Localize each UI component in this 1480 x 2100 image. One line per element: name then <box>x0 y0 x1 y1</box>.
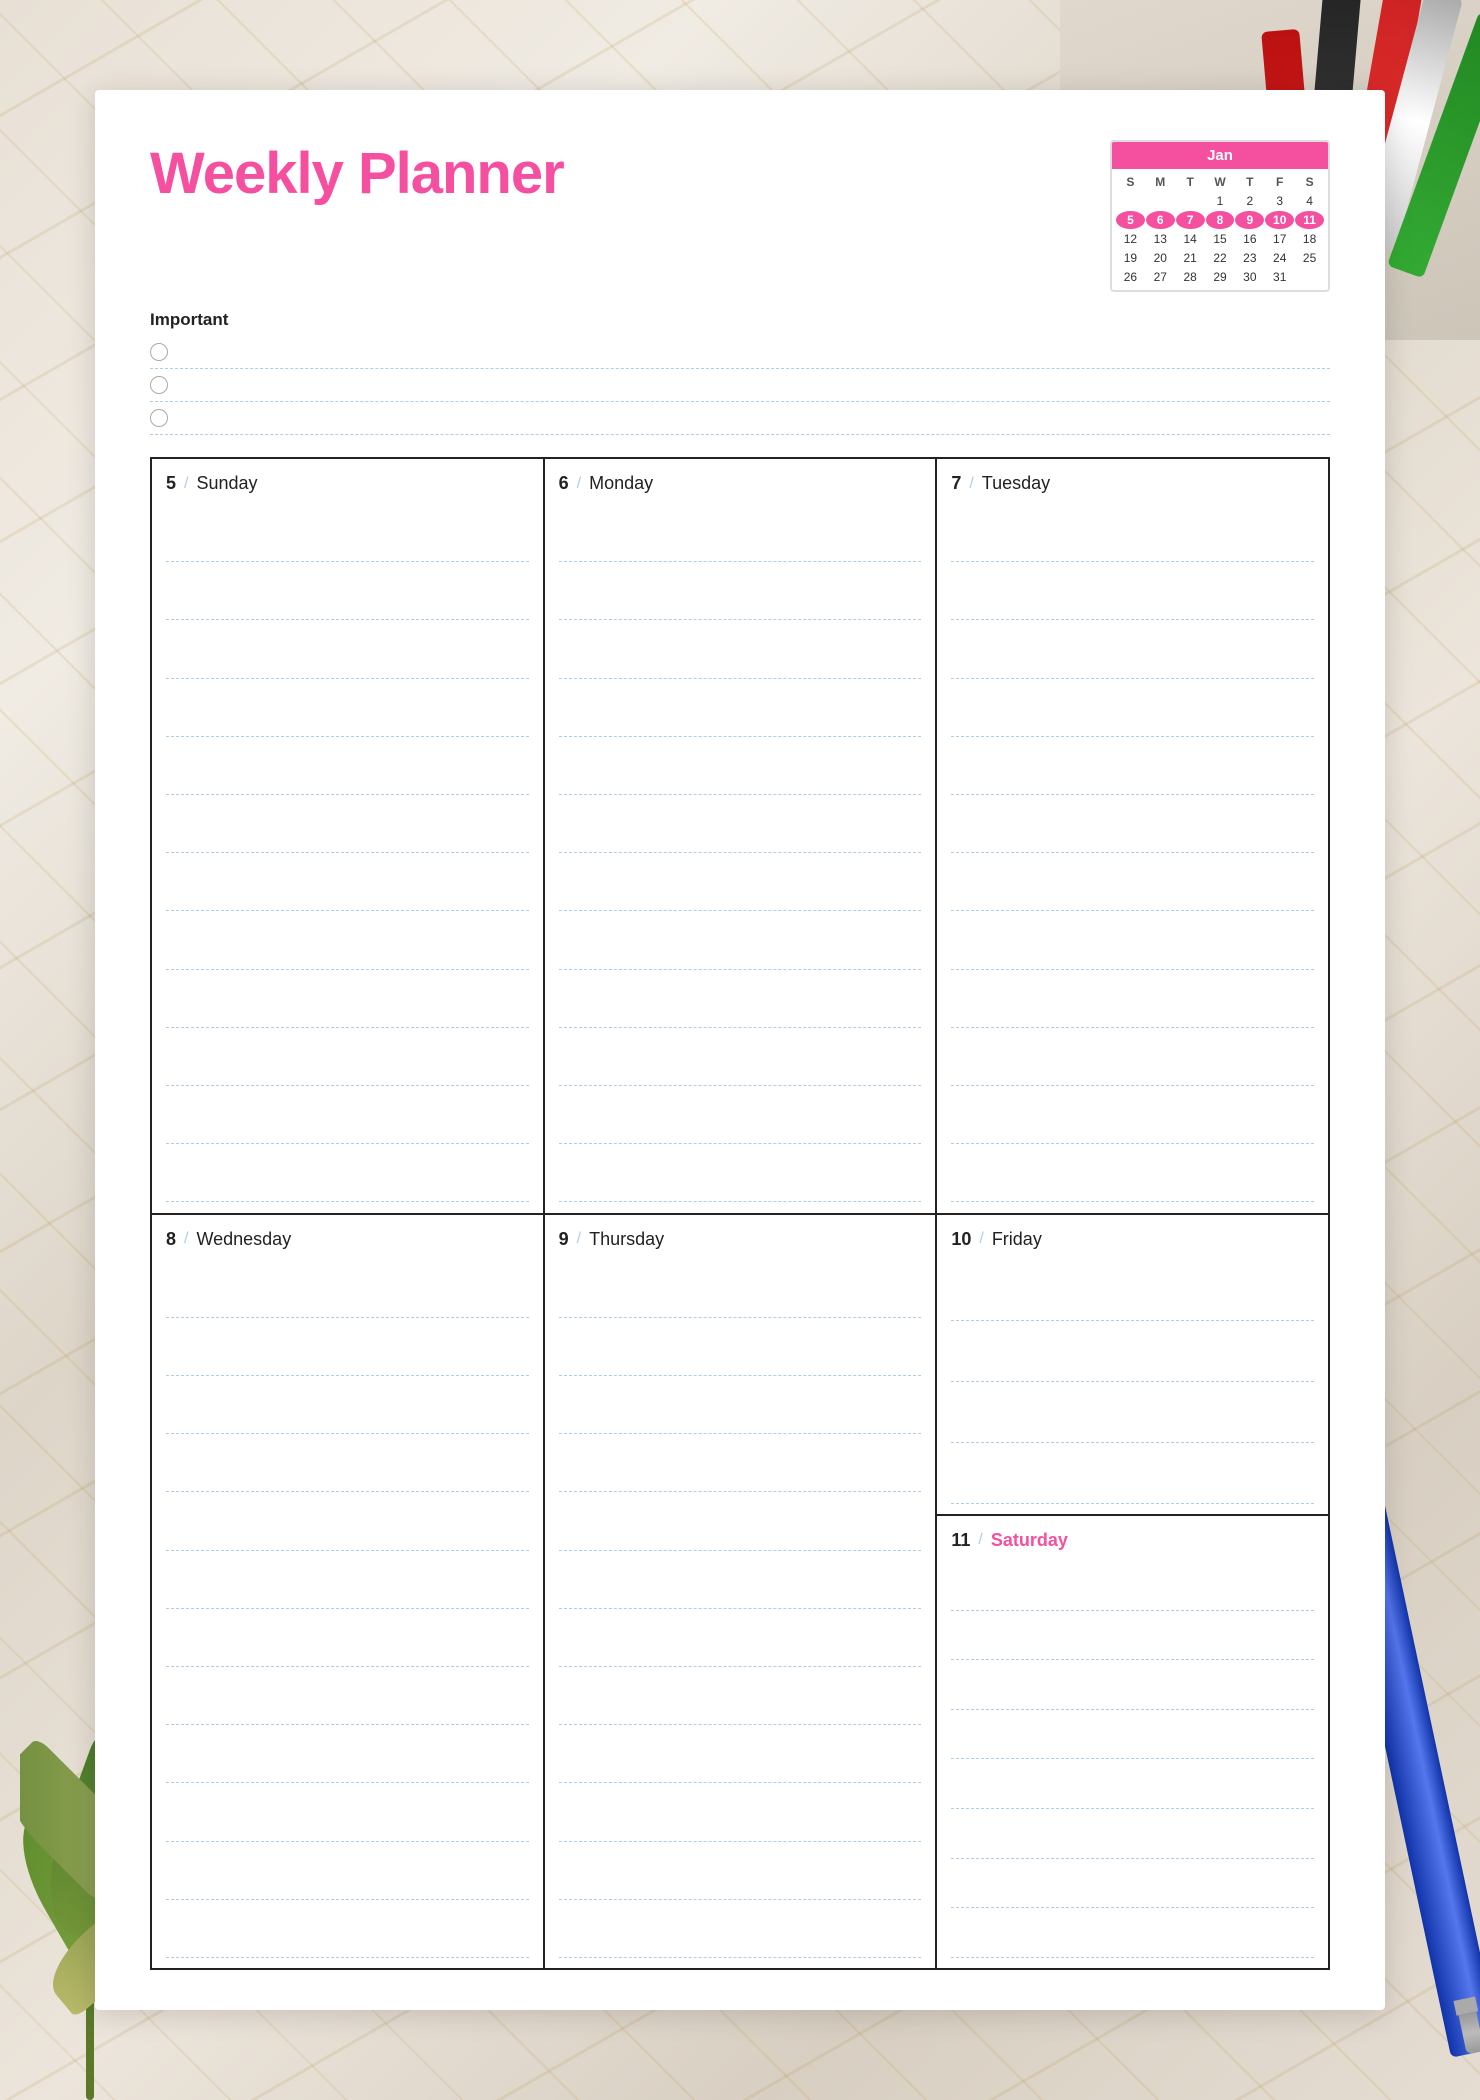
planner-title: Weekly Planner <box>150 140 564 207</box>
day-lines-sunday <box>166 504 529 1203</box>
days-grid: 5 / Sunday 6 / <box>150 457 1330 1970</box>
day-name-monday: Monday <box>589 473 653 494</box>
mini-calendar: Jan S M T W T F S 1 2 3 4 5 <box>1110 140 1330 292</box>
checkbox-2[interactable] <box>150 376 168 394</box>
checkbox-1[interactable] <box>150 343 168 361</box>
day-name-saturday: Saturday <box>991 1530 1068 1551</box>
day-number-saturday: 11 <box>951 1530 970 1551</box>
checkbox-3[interactable] <box>150 409 168 427</box>
day-col-s1: S <box>1116 173 1145 191</box>
day-header-thursday: 9 / Thursday <box>559 1229 922 1250</box>
day-lines-tuesday <box>951 504 1314 1203</box>
day-number-sunday: 5 <box>166 473 176 494</box>
day-slash-friday: / <box>979 1230 983 1248</box>
day-col-m: M <box>1146 173 1175 191</box>
day-name-sunday: Sunday <box>196 473 257 494</box>
mini-cal-grid: S M T W T F S 1 2 3 4 5 6 7 8 9 <box>1112 169 1328 290</box>
important-item-2[interactable] <box>150 369 1330 402</box>
day-number-monday: 6 <box>559 473 569 494</box>
day-cell-wednesday: 8 / Wednesday <box>152 1215 545 1971</box>
important-item-1[interactable] <box>150 336 1330 369</box>
day-lines-thursday <box>559 1260 922 1959</box>
day-slash-saturday: / <box>978 1531 982 1549</box>
day-header-tuesday: 7 / Tuesday <box>951 473 1314 494</box>
day-number-tuesday: 7 <box>951 473 961 494</box>
day-col-f: F <box>1265 173 1294 191</box>
day-lines-monday <box>559 504 922 1203</box>
day-col-t2: T <box>1235 173 1264 191</box>
day-slash-tuesday: / <box>969 475 973 493</box>
important-label: Important <box>150 310 1330 330</box>
planner-paper: Weekly Planner Jan S M T W T F S 1 2 <box>95 90 1385 2010</box>
day-slash-thursday: / <box>577 1230 581 1248</box>
day-col-w: W <box>1206 173 1235 191</box>
day-header-friday: 10 / Friday <box>951 1229 1314 1250</box>
day-slash-monday: / <box>577 475 581 493</box>
day-header-saturday: 11 / Saturday <box>951 1530 1314 1551</box>
day-slash-wednesday: / <box>184 1230 188 1248</box>
day-number-friday: 10 <box>951 1229 971 1250</box>
planner-header: Weekly Planner Jan S M T W T F S 1 2 <box>150 140 1330 292</box>
day-name-tuesday: Tuesday <box>982 473 1050 494</box>
day-lines-wednesday <box>166 1260 529 1959</box>
day-name-wednesday: Wednesday <box>196 1229 291 1250</box>
day-cell-tuesday: 7 / Tuesday <box>937 459 1330 1215</box>
day-col-t1: T <box>1176 173 1205 191</box>
day-slash-sunday: / <box>184 475 188 493</box>
day-header-wednesday: 8 / Wednesday <box>166 1229 529 1250</box>
day-header-sunday: 5 / Sunday <box>166 473 529 494</box>
day-cell-thursday: 9 / Thursday <box>545 1215 938 1971</box>
important-section: Important <box>150 310 1330 435</box>
mini-cal-month: Jan <box>1112 142 1328 169</box>
day-lines-saturday <box>951 1561 1314 1958</box>
day-cell-saturday: 11 / Saturday <box>937 1516 1328 1968</box>
day-header-monday: 6 / Monday <box>559 473 922 494</box>
day-cell-sunday: 5 / Sunday <box>152 459 545 1215</box>
important-item-3[interactable] <box>150 402 1330 435</box>
day-lines-friday <box>951 1260 1314 1504</box>
day-cell-monday: 6 / Monday <box>545 459 938 1215</box>
day-number-thursday: 9 <box>559 1229 569 1250</box>
day-cell-friday: 10 / Friday <box>937 1215 1328 1516</box>
day-name-friday: Friday <box>992 1229 1042 1250</box>
day-number-wednesday: 8 <box>166 1229 176 1250</box>
day-cell-friday-saturday: 10 / Friday 11 / Saturday <box>937 1215 1330 1971</box>
day-col-s2: S <box>1295 173 1324 191</box>
day-name-thursday: Thursday <box>589 1229 664 1250</box>
